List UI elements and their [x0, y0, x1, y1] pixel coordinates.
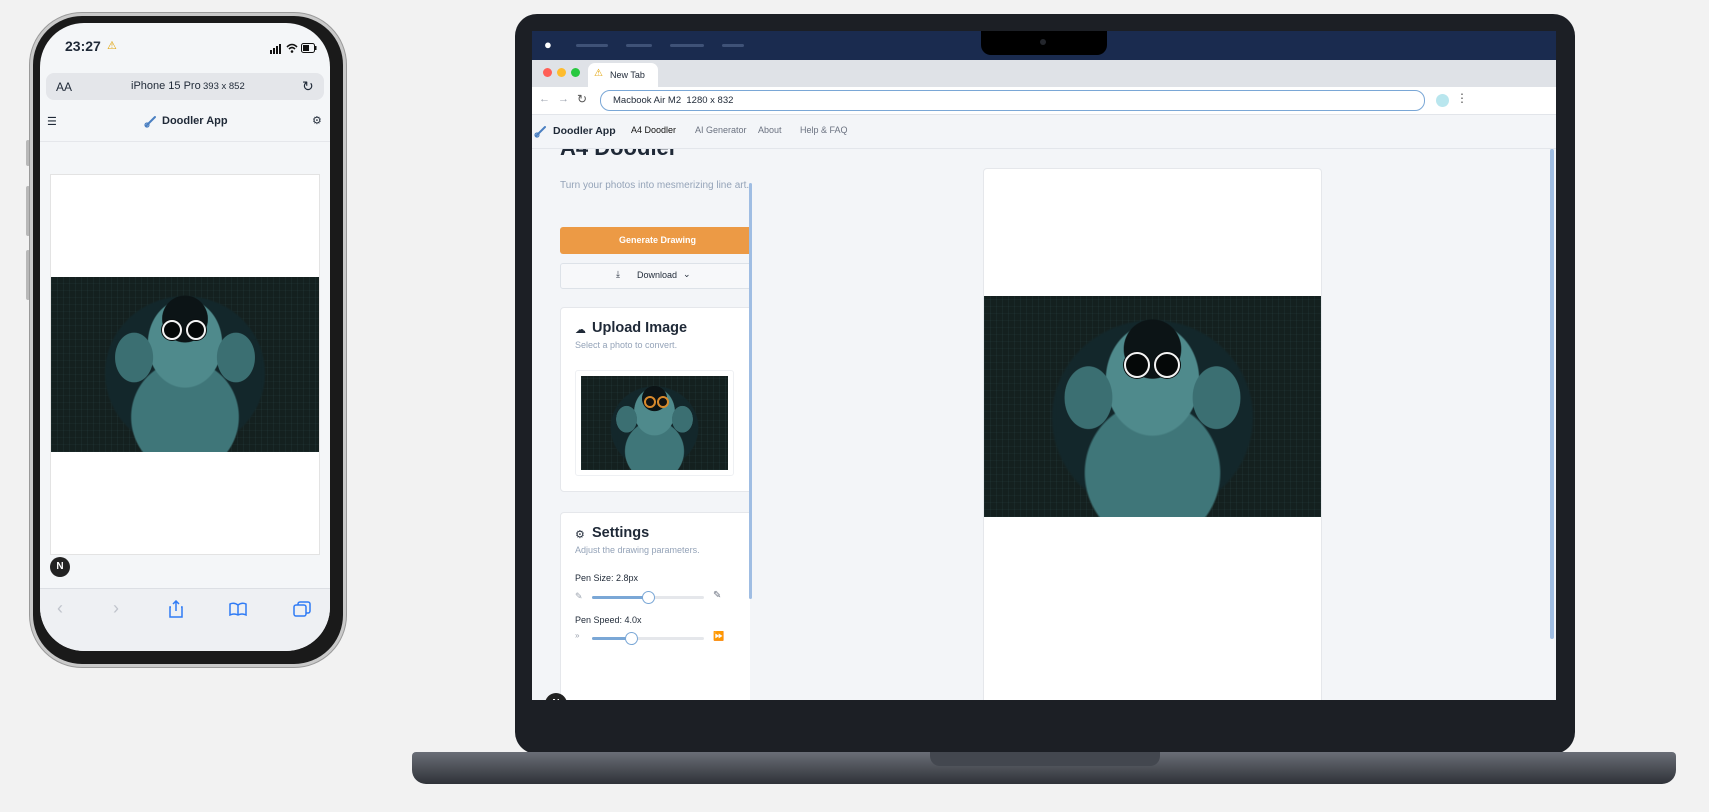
page-subtitle: Turn your photos into mesmerizing line a…	[560, 180, 750, 191]
address-bar[interactable]: Macbook Air M2 1280 x 832	[600, 90, 1425, 111]
download-button[interactable]: ⤓ Download ⌄	[560, 263, 750, 289]
menu-placeholder	[722, 44, 744, 47]
eye-mark	[644, 396, 656, 408]
app-brand[interactable]: Doodler App	[162, 115, 228, 127]
status-time: 23:27	[65, 38, 101, 54]
site-nav: Doodler App A4 Doodler AI Generator Abou…	[532, 115, 1556, 149]
menu-placeholder	[626, 44, 652, 47]
page-scrollbar[interactable]	[1550, 149, 1554, 639]
tab-new-tab[interactable]: ⚠ New Tab	[588, 63, 658, 87]
forward-icon[interactable]: ›	[113, 598, 119, 619]
settings-title: Settings	[592, 525, 650, 541]
site-brand[interactable]: Doodler App	[553, 125, 616, 137]
close-window-button[interactable]	[543, 68, 552, 77]
more-options-icon[interactable]: ⋮	[1456, 91, 1468, 105]
text-size-button[interactable]: AA	[56, 80, 72, 94]
drawing-canvas	[50, 174, 320, 555]
address-value: Macbook Air M2 1280 x 832	[613, 95, 734, 106]
camera-icon	[1040, 39, 1046, 45]
eye-mark	[1154, 352, 1180, 378]
device-name: iPhone 15 Pro	[131, 80, 201, 92]
wifi-icon	[286, 40, 298, 58]
reload-icon[interactable]: ↻	[577, 92, 587, 106]
back-icon[interactable]: ←	[539, 93, 550, 105]
reload-icon[interactable]: ↻	[302, 78, 314, 95]
settings-card: ⚙ Settings Adjust the drawing parameters…	[560, 512, 750, 700]
eye-mark	[1124, 352, 1150, 378]
eye-mark	[657, 396, 669, 408]
app-header: ☰ Doodler App ⚙	[40, 103, 330, 142]
page-heading: A4 Doodler	[560, 149, 677, 161]
pencil-thin-icon: ✎	[575, 591, 583, 601]
upload-card: ☁ Upload Image Select a photo to convert…	[560, 307, 750, 492]
chevron-down-icon: ⌄	[683, 269, 691, 279]
mac-menubar: ●	[532, 31, 1556, 60]
camera-notch	[981, 31, 1107, 55]
menu-icon[interactable]: ☰	[47, 115, 57, 128]
gear-icon: ⚙	[575, 529, 585, 541]
pencil-thick-icon: ✎	[713, 590, 722, 601]
download-icon: ⤓	[616, 269, 620, 279]
share-icon[interactable]	[168, 599, 184, 623]
eye-mark	[186, 320, 206, 340]
tab-title: New Tab	[610, 70, 645, 80]
drawing-output-image	[51, 277, 319, 452]
generate-drawing-button[interactable]: Generate Drawing	[560, 227, 750, 254]
pen-speed-label: Pen Speed: 4.0x	[575, 615, 642, 625]
drawing-output-image	[984, 296, 1321, 517]
apple-icon[interactable]: ●	[544, 37, 552, 52]
nav-link-a4-doodler[interactable]: A4 Doodler	[631, 125, 676, 135]
maximize-window-button[interactable]	[571, 68, 580, 77]
device-size: 393 x 852	[203, 81, 245, 92]
uploaded-photo	[581, 376, 728, 470]
browser-tabbar: ⚠ New Tab	[532, 60, 1556, 87]
url-bar[interactable]: AA iPhone 15 Pro 393 x 852 ↻	[46, 73, 324, 100]
menu-placeholder	[576, 44, 608, 47]
brush-icon	[534, 124, 548, 143]
pen-speed-slider[interactable]	[592, 632, 704, 645]
browser-toolbar: ← → ↻ Macbook Air M2 1280 x 832 ⋮	[532, 87, 1556, 115]
fast-icon: ⏩	[713, 631, 725, 641]
download-label: Download	[637, 270, 678, 280]
pen-size-fill	[592, 596, 648, 599]
sidebar: A4 Doodler Turn your photos into mesmeri…	[560, 149, 750, 700]
warning-icon: ⚠	[107, 40, 117, 52]
drawing-canvas	[983, 168, 1322, 700]
brush-icon	[144, 114, 158, 133]
profile-avatar[interactable]	[1436, 94, 1449, 107]
tabs-icon[interactable]	[293, 601, 311, 622]
minimize-window-button[interactable]	[557, 68, 566, 77]
slow-icon: »	[575, 631, 580, 640]
nav-link-help[interactable]: Help & FAQ	[800, 125, 848, 135]
nav-link-about[interactable]: About	[758, 125, 782, 135]
upload-dropzone[interactable]	[575, 370, 734, 476]
signal-icon	[270, 41, 282, 59]
phone-screen: 23:27 ⚠ AA iPhone 15 Pro 393 x 852 ↻ ☰ D…	[40, 23, 330, 651]
forward-icon[interactable]: →	[558, 93, 569, 105]
battery-icon	[301, 40, 317, 58]
eye-mark	[162, 320, 182, 340]
warning-icon: ⚠	[594, 68, 603, 79]
settings-subtitle: Adjust the drawing parameters.	[575, 545, 700, 555]
menu-placeholder	[670, 44, 704, 47]
cloud-upload-icon: ☁	[575, 324, 586, 336]
nav-link-ai-generator[interactable]: AI Generator	[695, 125, 747, 135]
upload-subtitle: Select a photo to convert.	[575, 340, 678, 350]
gear-icon[interactable]: ⚙	[312, 114, 322, 127]
main-area: A4 Doodler Turn your photos into mesmeri…	[532, 149, 1556, 700]
safari-toolbar: ‹ ›	[40, 588, 330, 651]
laptop-screen: ● ⚠ New Tab ← → ↻ Macbook Air M2 1280 x …	[532, 31, 1556, 700]
pen-speed-thumb[interactable]	[625, 632, 638, 645]
pen-size-slider[interactable]	[592, 591, 704, 604]
upload-title: Upload Image	[592, 320, 688, 336]
laptop-groove	[930, 752, 1160, 766]
sidebar-scrollbar[interactable]	[749, 183, 752, 599]
back-icon[interactable]: ‹	[57, 598, 63, 619]
bookmarks-icon[interactable]	[229, 602, 247, 621]
pen-size-label: Pen Size: 2.8px	[575, 573, 639, 583]
dev-badge[interactable]: N	[50, 557, 70, 577]
pen-size-thumb[interactable]	[642, 591, 655, 604]
